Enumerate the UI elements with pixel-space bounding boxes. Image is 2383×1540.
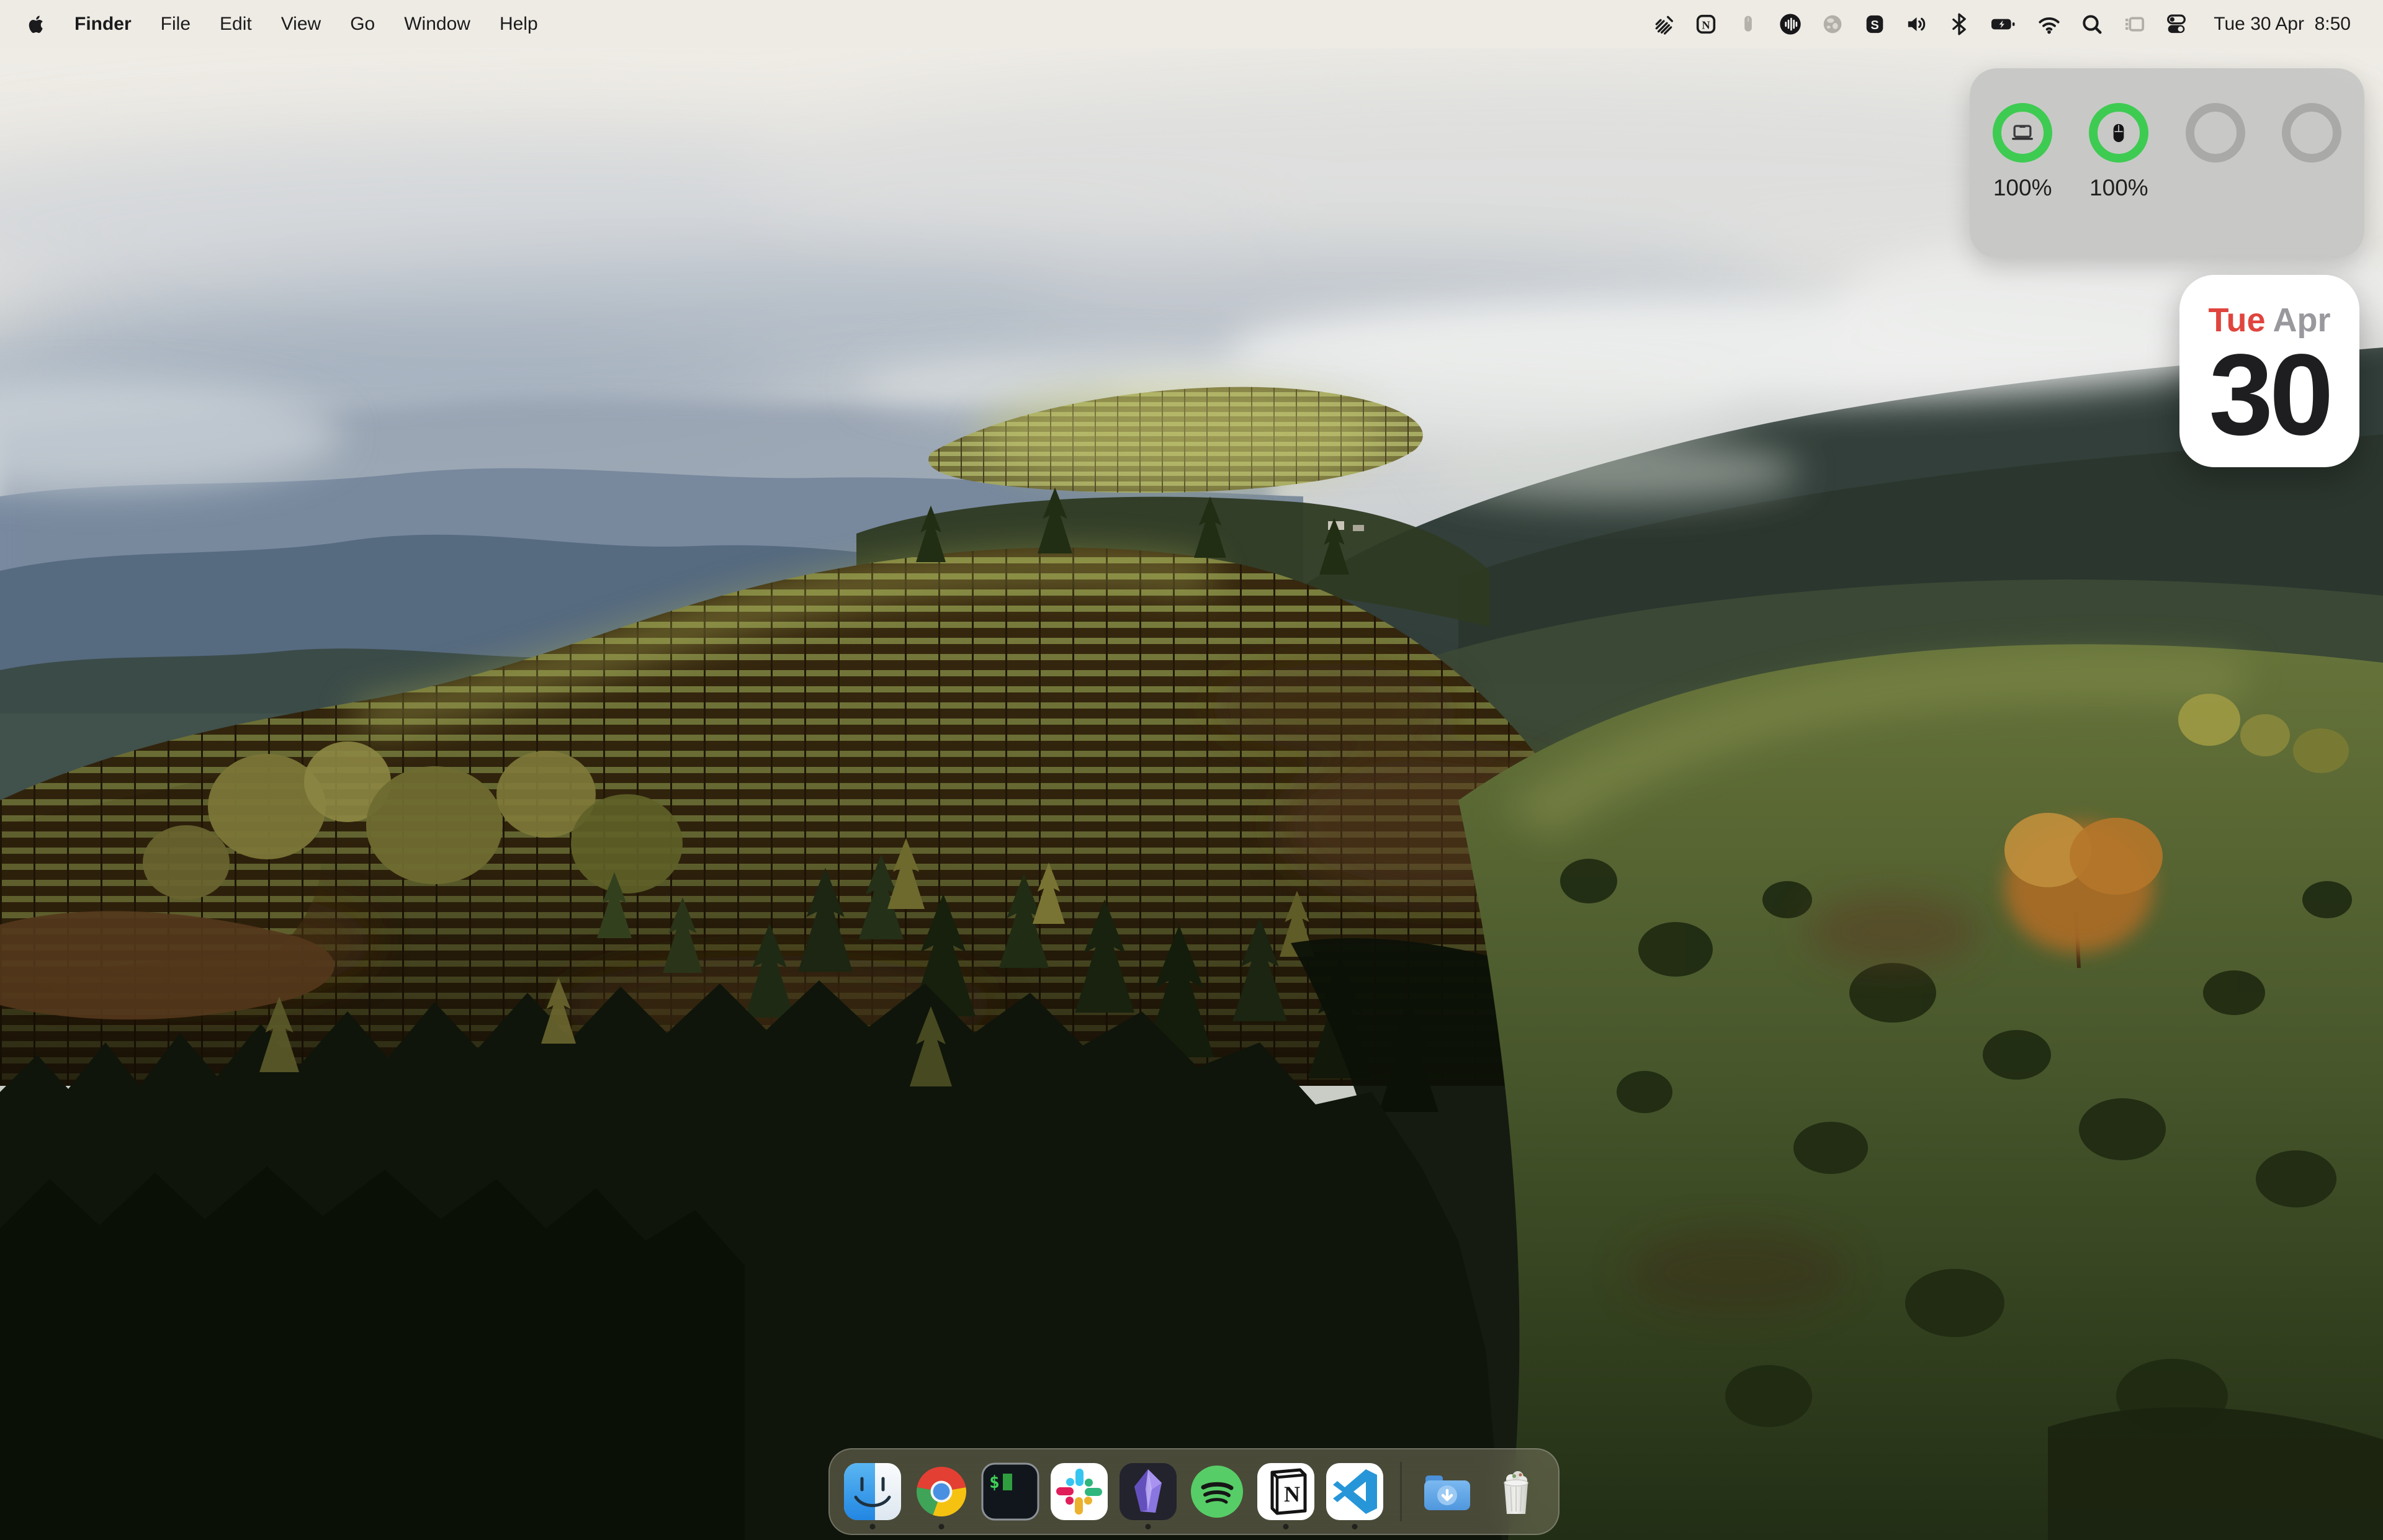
- menu-window[interactable]: Window: [404, 14, 470, 35]
- wifi-icon[interactable]: [2036, 12, 2062, 37]
- control-center-icon[interactable]: [2164, 12, 2189, 37]
- battery-slot-empty-2: [2268, 103, 2355, 163]
- slack-icon: [1049, 1462, 1109, 1521]
- menu-view[interactable]: View: [281, 14, 321, 35]
- svg-text:N: N: [1284, 1482, 1300, 1506]
- dock-icon-spotify[interactable]: [1187, 1462, 1247, 1521]
- battery-charging-icon[interactable]: [1989, 12, 2019, 37]
- bluetooth-icon[interactable]: [1947, 12, 1972, 37]
- dock-icon-downloads[interactable]: [1417, 1462, 1477, 1521]
- dock-icon-vscode[interactable]: [1325, 1462, 1384, 1521]
- laptop-icon: [2009, 119, 2036, 146]
- chrome-icon: [912, 1462, 971, 1521]
- running-indicator: [938, 1524, 944, 1529]
- running-indicator: [1145, 1524, 1151, 1529]
- status-icons: N S: [1651, 12, 2351, 37]
- running-indicator: [1352, 1524, 1357, 1529]
- menu-file[interactable]: File: [161, 14, 191, 35]
- calendar-widget[interactable]: TueApr 30: [2179, 275, 2359, 467]
- svg-text:$: $: [989, 1472, 1000, 1492]
- battery-slot-mouse: 100%: [2075, 103, 2162, 201]
- hatched-pointer-icon[interactable]: [1651, 12, 1676, 37]
- spotify-icon: [1187, 1462, 1247, 1521]
- dock-icon-chrome[interactable]: [912, 1462, 971, 1521]
- menu-bar: Finder File Edit View Go Window Help N: [0, 0, 2383, 48]
- battery-ring-laptop: [1993, 103, 2052, 163]
- calendar-day: 30: [2209, 342, 2330, 448]
- apple-icon: [26, 14, 45, 35]
- dock-icon-terminal[interactable]: $: [981, 1462, 1040, 1521]
- mouse-icon: [2106, 119, 2131, 146]
- screen-frame-muted-icon[interactable]: [2122, 12, 2147, 37]
- battery-slot-laptop: 100%: [1979, 103, 2066, 201]
- battery-ring-mouse: [2089, 103, 2148, 163]
- battery-ring-empty-1: [2186, 103, 2245, 163]
- app-menus: Finder File Edit View Go Window Help: [74, 14, 538, 35]
- svg-text:S: S: [1871, 19, 1879, 32]
- menu-bar-clock[interactable]: Tue 30 Apr 8:50: [2214, 14, 2351, 35]
- dock-icon-trash[interactable]: [1486, 1462, 1546, 1521]
- running-indicator: [1283, 1524, 1288, 1529]
- notion-icon: N: [1256, 1462, 1316, 1521]
- dock-icon-finder[interactable]: [843, 1462, 902, 1521]
- menu-help[interactable]: Help: [500, 14, 538, 35]
- battery-percent-laptop: 100%: [1993, 175, 2052, 201]
- mouse-muted-icon[interactable]: [1736, 12, 1761, 37]
- apple-menu[interactable]: [26, 14, 45, 35]
- menu-finder[interactable]: Finder: [74, 14, 132, 35]
- finder-icon: [843, 1462, 902, 1521]
- vscode-icon: [1325, 1462, 1384, 1521]
- svg-text:N: N: [1702, 19, 1710, 32]
- globe-muted-icon[interactable]: [1820, 12, 1845, 37]
- downloads-folder-icon: [1417, 1462, 1477, 1521]
- notion-menu-icon[interactable]: N: [1694, 12, 1718, 37]
- volume-icon[interactable]: [1905, 12, 1929, 37]
- audio-waveform-icon[interactable]: [1778, 12, 1803, 37]
- running-indicator: [869, 1524, 875, 1529]
- battery-ring-empty-2: [2282, 103, 2341, 163]
- battery-percent-mouse: 100%: [2089, 175, 2148, 201]
- menu-go[interactable]: Go: [350, 14, 375, 35]
- obsidian-icon: [1118, 1462, 1178, 1521]
- dock-divider: [1400, 1462, 1402, 1521]
- letter-s-badge-icon[interactable]: S: [1862, 12, 1887, 37]
- dock-icon-notion[interactable]: N: [1256, 1462, 1316, 1521]
- dock: $: [828, 1448, 1559, 1535]
- dock-icon-obsidian[interactable]: [1118, 1462, 1178, 1521]
- spotlight-search-icon[interactable]: [2080, 12, 2104, 37]
- dock-icon-slack[interactable]: [1049, 1462, 1109, 1521]
- trash-full-icon: [1486, 1462, 1546, 1521]
- terminal-icon: $: [981, 1462, 1040, 1521]
- battery-widget[interactable]: 100% 100%: [1970, 68, 2364, 258]
- menu-edit[interactable]: Edit: [220, 14, 252, 35]
- battery-slot-empty-1: [2172, 103, 2259, 163]
